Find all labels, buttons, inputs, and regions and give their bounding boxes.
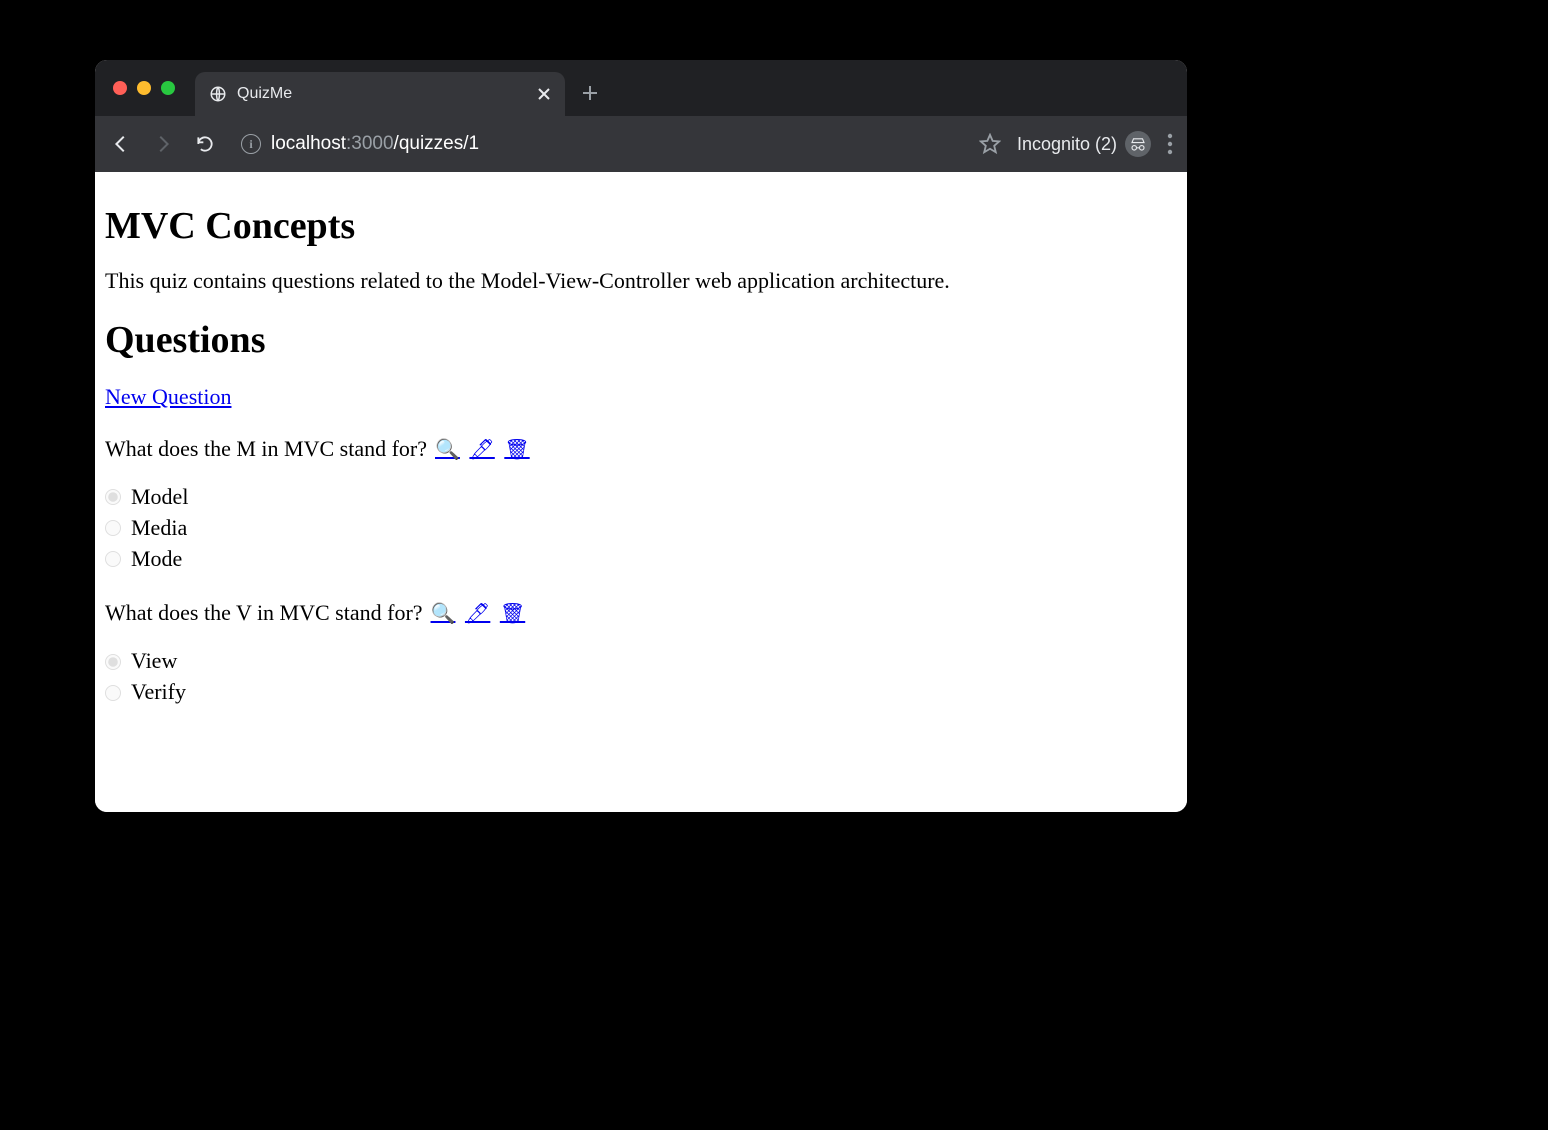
choice-radio[interactable]	[105, 489, 121, 505]
choice-list: View Verify	[105, 646, 1177, 708]
choice-list: Model Media Mode	[105, 482, 1177, 574]
new-question-link[interactable]: New Question	[105, 384, 231, 409]
reload-button[interactable]	[193, 132, 217, 156]
url-port: :3000	[346, 133, 394, 154]
choice-label: Mode	[131, 544, 182, 575]
close-window-button[interactable]	[113, 81, 127, 95]
toolbar: i localhost:3000/quizzes/1 Incognito (2)	[95, 116, 1187, 172]
page-description: This quiz contains questions related to …	[105, 268, 1177, 294]
new-tab-button[interactable]	[581, 84, 599, 102]
choice-item: View	[105, 646, 1177, 677]
view-question-link[interactable]: 🔍	[435, 439, 460, 461]
close-tab-icon[interactable]	[537, 87, 551, 101]
question-block: What does the V in MVC stand for? 🔍 🖊 🗑 …	[105, 600, 1177, 708]
minimize-window-button[interactable]	[137, 81, 151, 95]
url-path: /quizzes/1	[394, 133, 480, 154]
url-text: localhost:3000/quizzes/1	[271, 133, 479, 155]
toolbar-right: Incognito (2)	[979, 131, 1173, 157]
trash-icon: 🗑	[500, 603, 525, 625]
incognito-icon	[1125, 131, 1151, 157]
bookmark-icon[interactable]	[979, 133, 1001, 155]
back-button[interactable]	[109, 132, 133, 156]
questions-heading: Questions	[105, 318, 1177, 362]
page-title: MVC Concepts	[105, 204, 1177, 248]
delete-question-link[interactable]: 🗑	[500, 603, 525, 625]
choice-label: View	[131, 646, 177, 677]
choice-radio[interactable]	[105, 520, 121, 536]
choice-item: Verify	[105, 677, 1177, 708]
question-text: What does the V in MVC stand for?	[105, 600, 423, 626]
kebab-menu-icon[interactable]	[1167, 133, 1173, 155]
incognito-indicator[interactable]: Incognito (2)	[1017, 131, 1151, 157]
magnifier-icon: 🔍	[435, 439, 460, 461]
trash-icon: 🗑	[504, 439, 529, 461]
choice-radio[interactable]	[105, 654, 121, 670]
question-text: What does the M in MVC stand for?	[105, 436, 427, 462]
edit-question-link[interactable]: 🖊	[469, 439, 494, 461]
url-host: localhost	[271, 133, 346, 154]
edit-question-link[interactable]: 🖊	[465, 603, 490, 625]
address-bar[interactable]: i localhost:3000/quizzes/1	[235, 133, 961, 155]
forward-button[interactable]	[151, 132, 175, 156]
choice-item: Model	[105, 482, 1177, 513]
choice-item: Mode	[105, 544, 1177, 575]
delete-question-link[interactable]: 🗑	[504, 439, 529, 461]
site-info-icon[interactable]: i	[241, 134, 261, 154]
view-question-link[interactable]: 🔍	[431, 603, 456, 625]
choice-item: Media	[105, 513, 1177, 544]
question-block: What does the M in MVC stand for? 🔍 🖊 🗑 …	[105, 436, 1177, 574]
window-controls	[113, 81, 175, 95]
page-content: MVC Concepts This quiz contains question…	[95, 172, 1187, 812]
browser-window: QuizMe	[95, 60, 1187, 812]
pencil-icon: 🖊	[469, 439, 494, 461]
choice-label: Verify	[131, 677, 186, 708]
tab-title: QuizMe	[237, 85, 292, 103]
choice-radio[interactable]	[105, 551, 121, 567]
globe-icon	[209, 85, 227, 103]
incognito-label: Incognito (2)	[1017, 134, 1117, 155]
choice-radio[interactable]	[105, 685, 121, 701]
choice-label: Model	[131, 482, 188, 513]
pencil-icon: 🖊	[465, 603, 490, 625]
titlebar: QuizMe	[95, 60, 1187, 116]
choice-label: Media	[131, 513, 187, 544]
magnifier-icon: 🔍	[431, 603, 456, 625]
maximize-window-button[interactable]	[161, 81, 175, 95]
browser-tab[interactable]: QuizMe	[195, 72, 565, 116]
